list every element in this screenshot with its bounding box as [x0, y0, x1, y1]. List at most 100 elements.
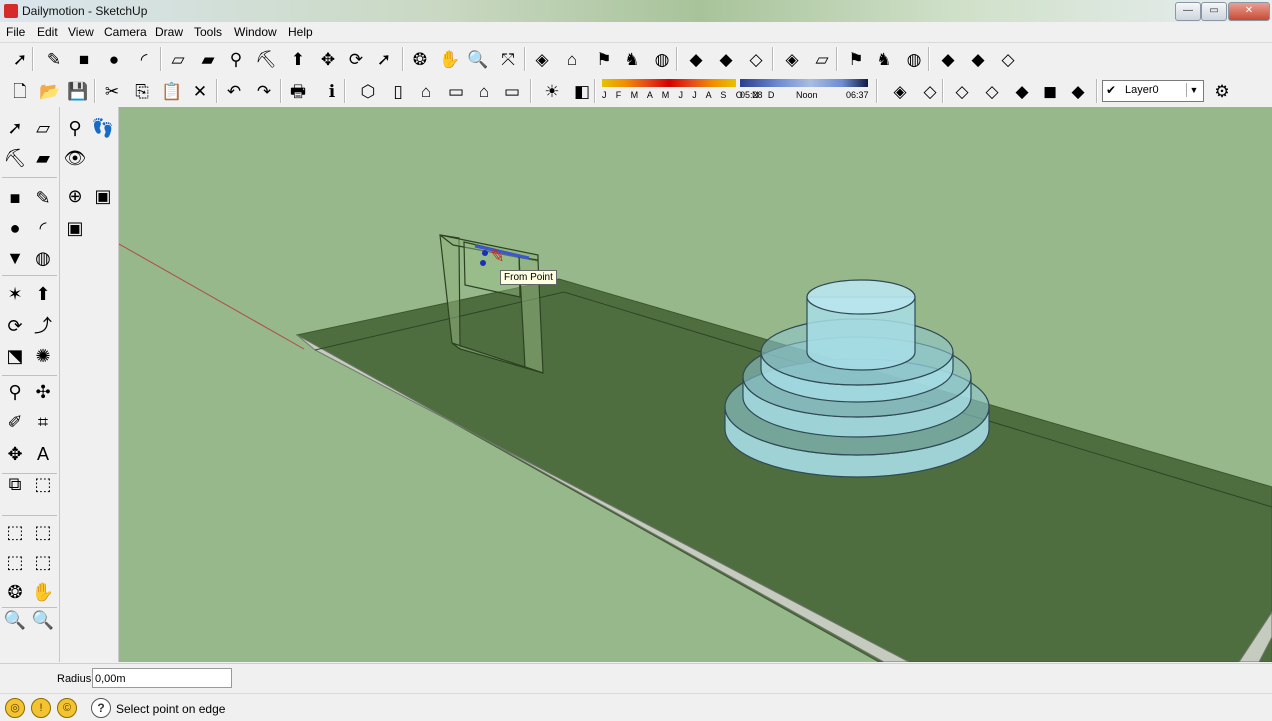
split-icon[interactable]: ⬚	[30, 549, 56, 575]
make-component-icon[interactable]: ▱	[166, 47, 190, 71]
select-icon[interactable]: ➚	[8, 47, 32, 71]
paste-icon[interactable]: 📋	[160, 79, 184, 103]
menu-file[interactable]: File	[6, 25, 25, 39]
select-icon[interactable]: ➚	[2, 115, 28, 141]
freehand-icon[interactable]: ◍	[30, 245, 56, 271]
eraser-icon[interactable]: ▰	[196, 47, 220, 71]
dimension-icon[interactable]: ✣	[30, 379, 56, 405]
zoom-window-icon[interactable]: 🔍	[30, 607, 56, 633]
make-component-icon[interactable]: ▱	[30, 115, 56, 141]
measurement-value-field[interactable]: 0,00m	[92, 668, 232, 688]
intersect-icon[interactable]: ⬚	[30, 471, 56, 497]
layer-dropdown[interactable]: ✔ Layer0 ▼	[1102, 80, 1204, 102]
tape-measure-icon[interactable]: ⚲	[224, 47, 248, 71]
top-view-icon[interactable]: ▯	[386, 79, 410, 103]
save-icon[interactable]: 💾	[66, 79, 90, 103]
sandbox-2-icon[interactable]: ◆	[714, 47, 738, 71]
shaded-icon[interactable]: ◇	[980, 79, 1004, 103]
drawing-viewport[interactable]: ✎ From Point	[119, 107, 1272, 662]
component-2-icon[interactable]: ◆	[966, 47, 990, 71]
rectangle-icon[interactable]: ■	[2, 185, 28, 211]
month-slider[interactable]	[602, 79, 736, 87]
view-2-icon[interactable]: ▱	[810, 47, 834, 71]
rotate-icon[interactable]: ⟳	[344, 47, 368, 71]
zoom-extents-icon[interactable]: ⤧	[496, 47, 520, 71]
push-pull-icon[interactable]: ⬆	[30, 281, 56, 307]
orbit-icon[interactable]: ❂	[2, 579, 28, 605]
wireframe-icon[interactable]: ◇	[918, 79, 942, 103]
cut-icon[interactable]: ✂	[100, 79, 124, 103]
info-icon[interactable]: ℹ	[320, 79, 344, 103]
paint-bucket-icon[interactable]: ⛏	[2, 145, 28, 171]
hidden-geometry-icon[interactable]: ◆	[1066, 79, 1090, 103]
scale-icon[interactable]: ⬔	[2, 343, 28, 369]
follow-me-icon[interactable]: ⤴	[30, 313, 56, 339]
rotate-icon[interactable]: ⟳	[2, 313, 28, 339]
component-icon[interactable]: ◆	[936, 47, 960, 71]
layer-manager-icon[interactable]: ⚙	[1210, 79, 1234, 103]
shadow-settings-widget[interactable]: J F M A M J J A S O N D 05:28 Noon 06:37	[598, 78, 870, 104]
help-icon[interactable]: ?	[91, 698, 111, 718]
display-section-icon[interactable]: ▣	[90, 183, 116, 209]
minimize-button[interactable]: —	[1175, 2, 1201, 21]
menu-edit[interactable]: Edit	[37, 25, 58, 39]
right-view-icon[interactable]: ▭	[444, 79, 468, 103]
polygon-icon[interactable]: ▼	[2, 245, 28, 271]
menu-view[interactable]: View	[68, 25, 94, 39]
circle-icon[interactable]: ●	[102, 47, 126, 71]
new-icon[interactable]: 🗋	[8, 79, 32, 103]
union-icon[interactable]: ⬚	[2, 519, 28, 545]
print-icon[interactable]: 🖶	[286, 79, 310, 103]
geolocation-icon[interactable]: ◎	[5, 698, 25, 718]
camera-icon[interactable]: ⌂	[560, 47, 584, 71]
push-pull-icon[interactable]: ⬆	[286, 47, 310, 71]
globe-icon[interactable]: ◍	[650, 47, 674, 71]
line-icon[interactable]: ✎	[30, 185, 56, 211]
pencil-icon[interactable]: ✎	[42, 47, 66, 71]
rectangle-icon[interactable]: ■	[72, 47, 96, 71]
text-icon[interactable]: ⌗	[30, 409, 56, 435]
left-view-icon[interactable]: ▭	[500, 79, 524, 103]
sandbox-3-icon[interactable]: ◇	[744, 47, 768, 71]
hidden-line-icon[interactable]: ◇	[950, 79, 974, 103]
monochrome-icon[interactable]: ◼	[1038, 79, 1062, 103]
section-fill-icon[interactable]: ▣	[62, 215, 88, 241]
axes-icon[interactable]: ✥	[2, 441, 28, 467]
menu-camera[interactable]: Camera	[104, 25, 147, 39]
offset-icon[interactable]: ✺	[30, 343, 56, 369]
menu-tools[interactable]: Tools	[194, 25, 222, 39]
circle-icon[interactable]: ●	[2, 215, 28, 241]
view-1-icon[interactable]: ◈	[780, 47, 804, 71]
zoom-icon[interactable]: 🔍	[466, 47, 490, 71]
maximize-button[interactable]: ▭	[1201, 2, 1227, 21]
redo-icon[interactable]: ↷	[252, 79, 276, 103]
credits-icon[interactable]: !	[31, 698, 51, 718]
follow-me-icon[interactable]: ➚	[372, 47, 396, 71]
undo-icon[interactable]: ↶	[222, 79, 246, 103]
outer-shell-icon[interactable]: ⧉	[2, 471, 28, 497]
time-slider[interactable]	[740, 79, 868, 87]
paint-bucket-icon[interactable]: ⛏	[254, 47, 278, 71]
chevron-down-icon[interactable]: ▼	[1186, 83, 1201, 97]
xray-icon[interactable]: ◈	[888, 79, 912, 103]
model-icon[interactable]: ♞	[620, 47, 644, 71]
front-view-icon[interactable]: ⌂	[414, 79, 438, 103]
orbit-icon[interactable]: ❂	[408, 47, 432, 71]
walk-icon[interactable]: 👣	[90, 115, 116, 141]
copyright-icon[interactable]: ©	[57, 698, 77, 718]
shaded-texture-icon[interactable]: ◆	[1010, 79, 1034, 103]
shadows-toggle-icon[interactable]: ◧	[570, 79, 594, 103]
pan-icon[interactable]: ✋	[438, 47, 462, 71]
style-icon[interactable]: ⚑	[592, 47, 616, 71]
arc-icon[interactable]: ◜	[132, 47, 156, 71]
move-icon[interactable]: ✥	[316, 47, 340, 71]
move-icon[interactable]: ✶	[2, 281, 28, 307]
sandbox-icon[interactable]: ◆	[684, 47, 708, 71]
iso-view-icon[interactable]: ⬡	[356, 79, 380, 103]
style-2-icon[interactable]: ⚑	[844, 47, 868, 71]
section-plane-icon[interactable]: ⊕	[62, 183, 88, 209]
walkthrough-icon[interactable]: ◈	[530, 47, 554, 71]
subtract-icon[interactable]: ⬚	[30, 519, 56, 545]
pan-icon[interactable]: ✋	[30, 579, 56, 605]
arc-icon[interactable]: ◜	[30, 215, 56, 241]
